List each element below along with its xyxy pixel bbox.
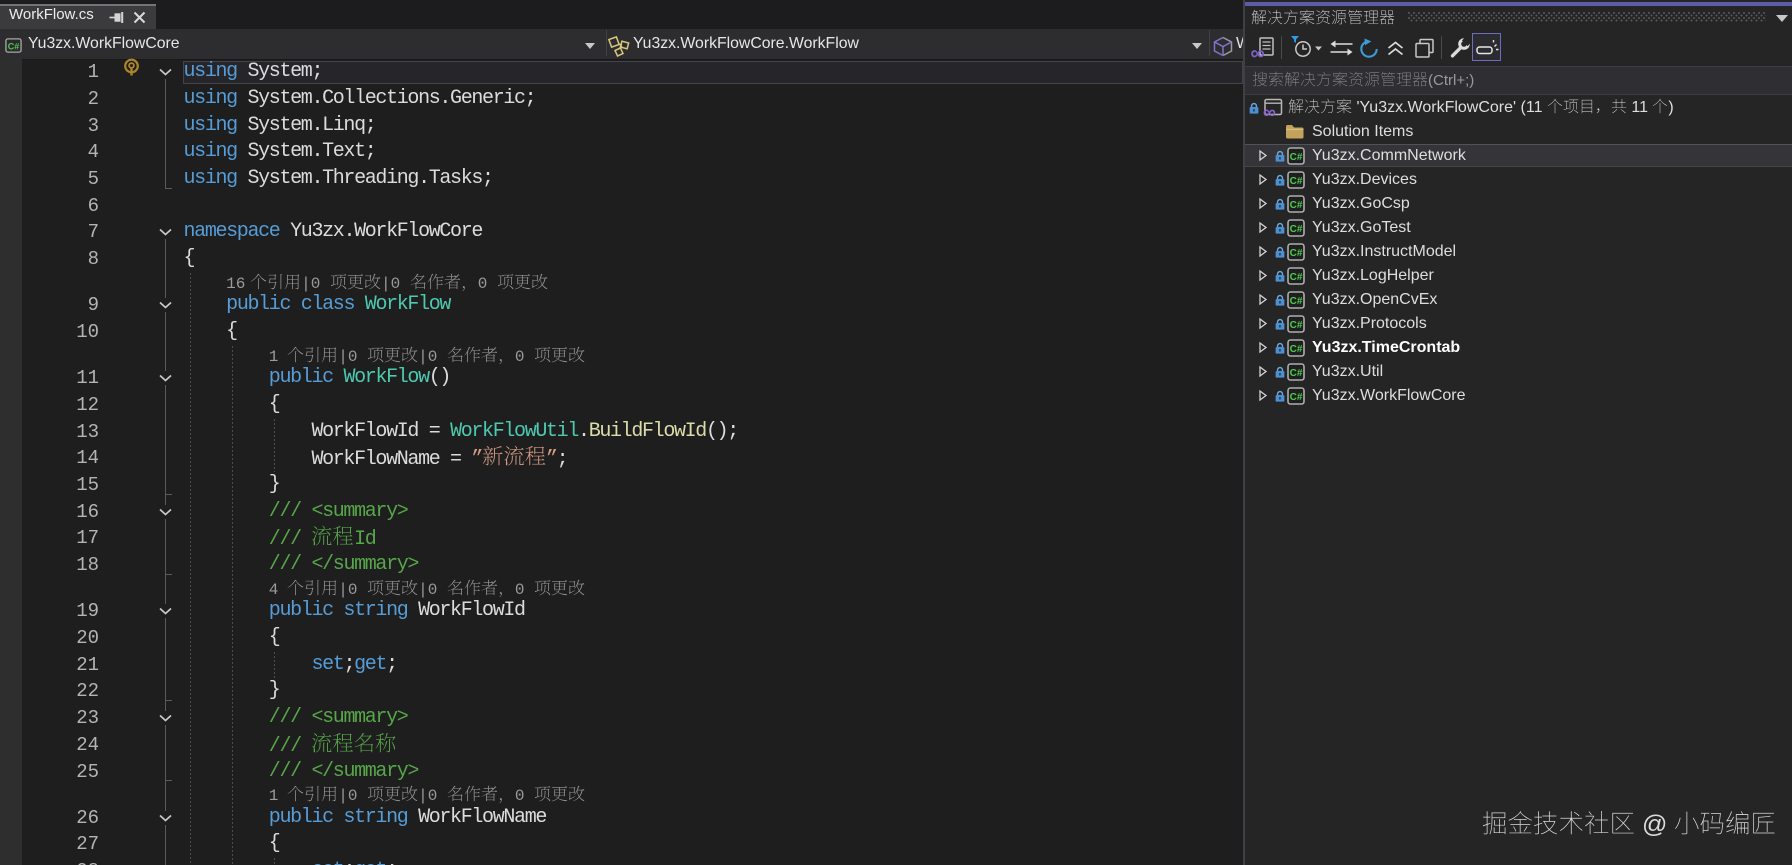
svg-text:C#: C# — [1290, 320, 1303, 331]
svg-text:C#: C# — [1290, 296, 1303, 307]
svg-text:∞: ∞ — [1263, 102, 1276, 122]
svg-text:C#: C# — [1290, 392, 1303, 403]
svg-text:∞: ∞ — [1251, 43, 1265, 65]
svg-text:C#: C# — [1290, 152, 1303, 163]
svg-text:C#: C# — [1290, 200, 1303, 211]
svg-text:C#: C# — [1290, 368, 1303, 379]
svg-text:C#: C# — [8, 41, 19, 51]
svg-text:C#: C# — [1290, 272, 1303, 283]
svg-text:C#: C# — [1290, 176, 1303, 187]
svg-text:C#: C# — [1290, 224, 1303, 235]
svg-text:C#: C# — [1290, 248, 1303, 259]
svg-text:C#: C# — [1290, 344, 1303, 355]
